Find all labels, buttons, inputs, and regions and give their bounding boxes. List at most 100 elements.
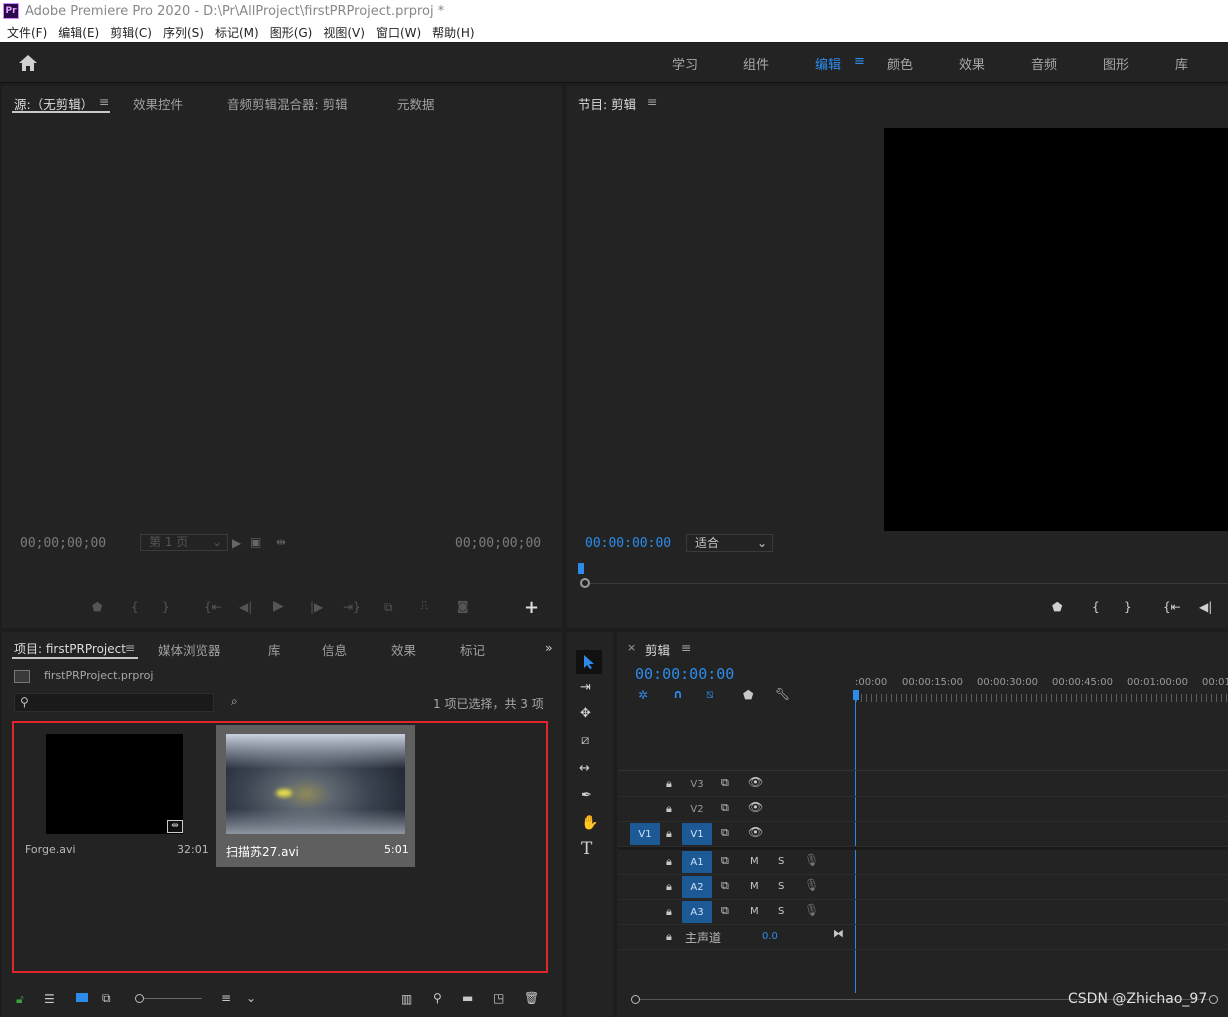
- add-button-icon[interactable]: +: [524, 597, 539, 618]
- timeline-menu-icon[interactable]: ≡: [681, 640, 691, 655]
- tab-effects[interactable]: 效果: [391, 640, 416, 659]
- clip-thumbnail[interactable]: [226, 734, 405, 834]
- program-monitor-display[interactable]: [884, 128, 1228, 531]
- tab-info[interactable]: 信息: [322, 640, 347, 659]
- program-panel-menu-icon[interactable]: ≡: [647, 94, 657, 109]
- go-to-in-icon[interactable]: {⇤: [204, 600, 222, 614]
- source-panel-menu-icon[interactable]: ≡: [99, 94, 109, 109]
- play-icon[interactable]: ▶: [232, 536, 241, 550]
- source-patch-v1[interactable]: V1: [630, 823, 660, 845]
- page-select[interactable]: 第 1 页 ⌄: [140, 534, 228, 551]
- menu-sequence[interactable]: 序列(S): [163, 24, 204, 41]
- microphone-icon[interactable]: 🎙︎: [804, 878, 819, 892]
- new-item-icon[interactable]: ◳: [493, 991, 504, 1005]
- timeline-zoom-handle[interactable]: [631, 995, 640, 1004]
- automate-to-sequence-icon[interactable]: ▥: [401, 992, 412, 1006]
- add-marker-icon[interactable]: ⬟: [743, 688, 753, 702]
- source-timecode-playhead[interactable]: 00;00;00;00: [20, 536, 106, 551]
- lock-icon[interactable]: 🔒︎: [666, 905, 672, 919]
- menu-view[interactable]: 视图(V): [323, 24, 365, 41]
- track-v1[interactable]: V1 🔒︎ V1 ⧉ 👁︎: [618, 822, 1228, 847]
- track-a1[interactable]: 🔒︎ A1 ⧉ M S 🎙︎: [618, 850, 1228, 875]
- list-view-icon[interactable]: ☰: [44, 992, 55, 1006]
- mark-out-icon[interactable]: }: [1124, 600, 1132, 614]
- master-volume-value[interactable]: 0.0: [762, 931, 778, 942]
- panel-settings-icon[interactable]: ▣: [250, 535, 261, 549]
- workspace-libraries[interactable]: 库: [1175, 54, 1188, 73]
- playhead-icon[interactable]: [578, 563, 584, 574]
- tab-metadata[interactable]: 元数据: [397, 94, 435, 113]
- tab-effect-controls[interactable]: 效果控件: [133, 94, 183, 113]
- snap-icon[interactable]: ∩: [673, 687, 683, 701]
- step-back-icon[interactable]: ◀|: [239, 600, 252, 614]
- workspace-color[interactable]: 颜色: [887, 54, 913, 73]
- menu-edit[interactable]: 编辑(E): [58, 24, 99, 41]
- track-master[interactable]: 🔒︎ 主声道 0.0 ⧓: [618, 925, 1228, 950]
- overwrite-icon[interactable]: ⎍: [420, 598, 428, 613]
- lock-icon[interactable]: 🔓︎: [16, 992, 24, 1007]
- sync-lock-icon[interactable]: ⧉: [721, 801, 729, 815]
- lock-icon[interactable]: 🔒︎: [666, 802, 672, 816]
- timeline-zoom-handle[interactable]: [1209, 995, 1218, 1004]
- home-icon[interactable]: [18, 54, 38, 72]
- step-back-icon[interactable]: ◀|: [1199, 600, 1212, 614]
- tab-markers[interactable]: 标记: [460, 640, 485, 659]
- project-panel-menu-icon[interactable]: ≡: [125, 640, 135, 655]
- zoom-handle-icon[interactable]: [580, 578, 590, 588]
- wrench-icon[interactable]: 🔧︎: [775, 687, 790, 701]
- timeline-title[interactable]: 剪辑: [645, 640, 670, 659]
- program-scrollbar[interactable]: [590, 583, 1228, 584]
- workspace-graphics[interactable]: 图形: [1103, 54, 1129, 73]
- track-label[interactable]: V1: [682, 823, 712, 845]
- mark-in-icon[interactable]: {: [1092, 600, 1100, 614]
- program-title[interactable]: 节目: 剪辑: [578, 94, 636, 113]
- sort-icon[interactable]: ≡: [221, 991, 231, 1005]
- mark-in-icon[interactable]: {: [131, 600, 139, 614]
- tab-project[interactable]: 项目: firstPRProject: [14, 640, 126, 657]
- solo-button[interactable]: S: [778, 856, 784, 867]
- track-label[interactable]: V3: [682, 773, 712, 795]
- drag-icon[interactable]: ⇹: [276, 535, 286, 549]
- lock-icon[interactable]: 🔒︎: [666, 855, 672, 869]
- program-timecode[interactable]: 00:00:00:00: [585, 536, 671, 551]
- track-v3[interactable]: 🔒︎ V3 ⧉ 👁︎: [618, 772, 1228, 797]
- solo-button[interactable]: S: [778, 906, 784, 917]
- go-to-in-icon[interactable]: {⇤: [1163, 600, 1181, 614]
- track-a3[interactable]: 🔒︎ A3 ⧉ M S 🎙︎: [618, 900, 1228, 925]
- track-label[interactable]: A1: [682, 851, 712, 873]
- camera-icon[interactable]: ◙: [457, 599, 469, 613]
- close-icon[interactable]: ×: [627, 641, 636, 654]
- workspace-learn[interactable]: 学习: [672, 54, 698, 73]
- clip-item-selected[interactable]: 扫描苏27.avi 5:01: [216, 725, 415, 867]
- mark-out-icon[interactable]: }: [162, 600, 170, 614]
- eye-icon[interactable]: 👁︎: [748, 825, 763, 839]
- razor-tool-icon[interactable]: ⧄: [581, 733, 589, 748]
- go-to-out-icon[interactable]: ⇥}: [343, 600, 361, 614]
- playhead-icon[interactable]: [853, 690, 859, 700]
- track-label[interactable]: A3: [682, 901, 712, 923]
- workspace-editing[interactable]: 编辑: [815, 54, 841, 73]
- chevron-down-icon[interactable]: ⌄: [246, 991, 256, 1005]
- tab-libraries[interactable]: 库: [268, 640, 281, 659]
- workspace-effects[interactable]: 效果: [959, 54, 985, 73]
- zoom-slider-handle[interactable]: [135, 994, 144, 1003]
- workspace-menu-icon[interactable]: ≡: [854, 54, 865, 69]
- lock-icon[interactable]: 🔒︎: [666, 880, 672, 894]
- menu-file[interactable]: 文件(F): [7, 24, 47, 41]
- microphone-icon[interactable]: 🎙︎: [804, 853, 819, 867]
- hand-tool-icon[interactable]: ✋: [581, 815, 598, 831]
- lock-icon[interactable]: 🔒︎: [666, 827, 672, 841]
- zoom-slider[interactable]: [144, 998, 202, 999]
- solo-button[interactable]: S: [778, 881, 784, 892]
- step-forward-icon[interactable]: |▶: [310, 600, 323, 614]
- sync-lock-icon[interactable]: ⧉: [721, 854, 729, 868]
- workspace-assembly[interactable]: 组件: [743, 54, 769, 73]
- menu-clip[interactable]: 剪辑(C): [110, 24, 152, 41]
- fit-select[interactable]: 适合 ⌄: [686, 534, 773, 552]
- selection-tool-icon[interactable]: [576, 650, 602, 674]
- menu-help[interactable]: 帮助(H): [432, 24, 474, 41]
- sync-lock-icon[interactable]: ⧉: [721, 826, 729, 840]
- mute-button[interactable]: M: [750, 856, 759, 867]
- icon-view-icon[interactable]: [76, 993, 88, 1002]
- track-a2[interactable]: 🔒︎ A2 ⧉ M S 🎙︎: [618, 875, 1228, 900]
